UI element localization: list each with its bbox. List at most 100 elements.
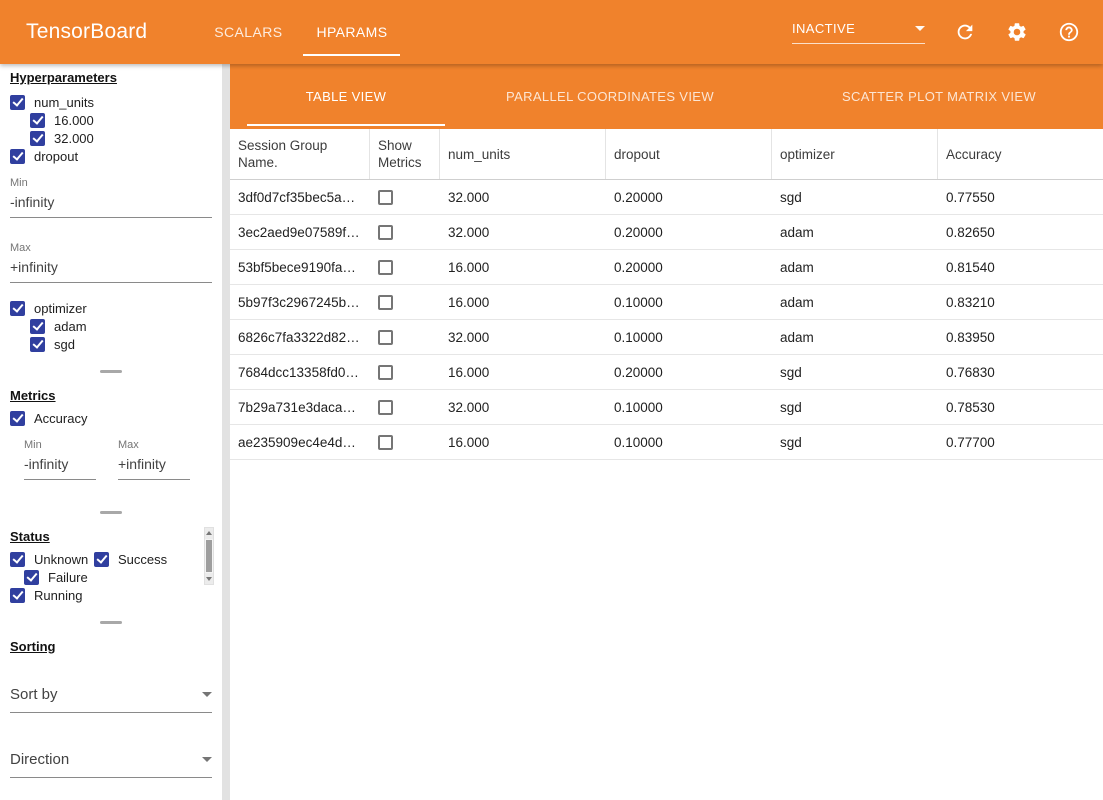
chevron-down-icon	[202, 757, 212, 762]
dropout-max-input[interactable]	[10, 254, 212, 283]
panel-resize-handle[interactable]	[100, 370, 122, 373]
panel-resize-handle[interactable]	[100, 511, 122, 514]
column-dropout: dropout	[606, 129, 772, 179]
checkbox-num-units-16[interactable]: 16.000	[30, 111, 212, 129]
refresh-button[interactable]	[953, 20, 977, 44]
checked-checkbox-icon	[10, 95, 25, 110]
num-units-value: 16.000	[440, 435, 606, 450]
show-metrics-checkbox[interactable]	[378, 260, 393, 275]
tab-scatter-plot-matrix-view[interactable]: SCATTER PLOT MATRIX VIEW	[775, 64, 1103, 129]
tab-parallel-coordinates-view[interactable]: PARALLEL COORDINATES VIEW	[445, 64, 775, 129]
column-session-group-name: Session Group Name.	[230, 129, 370, 179]
sort-by-value: Sort by	[10, 686, 58, 703]
checkbox-accuracy[interactable]: Accuracy	[10, 409, 212, 427]
show-metrics-checkbox[interactable]	[378, 295, 393, 310]
session-group-name: 7b29a731e3daca…	[230, 400, 370, 415]
refresh-icon	[954, 21, 976, 43]
show-metrics-checkbox[interactable]	[378, 400, 393, 415]
show-metrics-cell	[370, 400, 440, 415]
column-accuracy: Accuracy	[938, 129, 1103, 179]
session-group-name: 7684dcc13358fd0…	[230, 365, 370, 380]
checkbox-dropout[interactable]: dropout	[10, 147, 212, 165]
checked-checkbox-icon	[30, 337, 45, 352]
show-metrics-checkbox[interactable]	[378, 225, 393, 240]
panel-resize-handle[interactable]	[100, 621, 122, 624]
column-num-units: num_units	[440, 129, 606, 179]
scroll-up-icon[interactable]	[205, 528, 213, 539]
metrics-panel: Metrics Accuracy Min Max	[0, 382, 222, 502]
main-content: TABLE VIEW PARALLEL COORDINATES VIEW SCA…	[230, 64, 1103, 800]
status-heading: Status	[10, 529, 212, 544]
accuracy-value: 0.81540	[938, 260, 1103, 275]
checkbox-num-units-32[interactable]: 32.000	[30, 129, 212, 147]
table-header: Session Group Name. Show Metrics num_uni…	[230, 129, 1103, 180]
checkbox-status-failure[interactable]: Failure	[24, 568, 108, 586]
checkbox-label: num_units	[34, 95, 94, 110]
checkbox-label: sgd	[54, 337, 75, 352]
checkbox-status-unknown[interactable]: Unknown	[10, 550, 94, 568]
table-row: 7b29a731e3daca… 32.000 0.10000 sgd 0.785…	[230, 390, 1103, 425]
show-metrics-checkbox[interactable]	[378, 435, 393, 450]
checkbox-optimizer[interactable]: optimizer	[10, 299, 212, 317]
show-metrics-cell	[370, 225, 440, 240]
num-units-value: 16.000	[440, 365, 606, 380]
scrollbar-thumb[interactable]	[206, 540, 212, 572]
metric-min-input[interactable]	[24, 451, 96, 480]
checked-checkbox-icon	[94, 552, 109, 567]
optimizer-value: sgd	[772, 435, 938, 450]
table-row: 5b97f3c2967245b… 16.000 0.10000 adam 0.8…	[230, 285, 1103, 320]
show-metrics-cell	[370, 260, 440, 275]
sidebar: Hyperparameters num_units 16.000 32.000 …	[0, 64, 222, 800]
tab-table-view[interactable]: TABLE VIEW	[247, 64, 445, 129]
table-row: 7684dcc13358fd0… 16.000 0.20000 sgd 0.76…	[230, 355, 1103, 390]
dropout-value: 0.20000	[606, 260, 772, 275]
table-row: 6826c7fa3322d82… 32.000 0.10000 adam 0.8…	[230, 320, 1103, 355]
checkbox-status-running[interactable]: Running	[10, 586, 116, 604]
help-icon	[1058, 21, 1080, 43]
metrics-heading: Metrics	[10, 388, 212, 403]
tab-hparams[interactable]: HPARAMS	[299, 0, 404, 64]
checked-checkbox-icon	[24, 570, 39, 585]
show-metrics-checkbox[interactable]	[378, 330, 393, 345]
dropout-value: 0.20000	[606, 190, 772, 205]
checkbox-label: 32.000	[54, 131, 94, 146]
accuracy-value: 0.77700	[938, 435, 1103, 450]
gear-icon	[1006, 21, 1028, 43]
optimizer-value: adam	[772, 330, 938, 345]
status-scrollbar[interactable]	[204, 527, 214, 585]
show-metrics-checkbox[interactable]	[378, 190, 393, 205]
show-metrics-cell	[370, 295, 440, 310]
direction-select[interactable]: Direction	[10, 751, 212, 778]
checkbox-label: adam	[54, 319, 87, 334]
tab-scalars[interactable]: SCALARS	[197, 0, 299, 64]
checkbox-optimizer-adam[interactable]: adam	[30, 317, 212, 335]
optimizer-value: sgd	[772, 365, 938, 380]
session-group-name: 5b97f3c2967245b…	[230, 295, 370, 310]
checkbox-label: Failure	[48, 570, 88, 585]
num-units-value: 32.000	[440, 190, 606, 205]
top-bar: TensorBoard SCALARS HPARAMS INACTIVE	[0, 0, 1103, 64]
checkbox-label: Running	[34, 588, 82, 603]
help-button[interactable]	[1057, 20, 1081, 44]
dropout-value: 0.10000	[606, 295, 772, 310]
table-row: 53bf5bece9190fa… 16.000 0.20000 adam 0.8…	[230, 250, 1103, 285]
scroll-down-icon[interactable]	[205, 573, 213, 584]
metric-max-input[interactable]	[118, 451, 190, 480]
checkbox-optimizer-sgd[interactable]: sgd	[30, 335, 212, 353]
checkbox-num-units[interactable]: num_units	[10, 93, 212, 111]
show-metrics-cell	[370, 190, 440, 205]
checkbox-status-success[interactable]: Success	[94, 550, 200, 568]
num-units-value: 32.000	[440, 225, 606, 240]
checked-checkbox-icon	[10, 552, 25, 567]
accuracy-value: 0.78530	[938, 400, 1103, 415]
settings-button[interactable]	[1005, 20, 1029, 44]
reload-mode-select[interactable]: INACTIVE	[792, 21, 925, 44]
optimizer-value: adam	[772, 225, 938, 240]
dropout-min-input[interactable]	[10, 189, 212, 218]
show-metrics-cell	[370, 365, 440, 380]
optimizer-value: sgd	[772, 400, 938, 415]
accuracy-value: 0.83210	[938, 295, 1103, 310]
show-metrics-checkbox[interactable]	[378, 365, 393, 380]
sort-by-select[interactable]: Sort by	[10, 686, 212, 713]
min-label: Min	[24, 439, 96, 451]
